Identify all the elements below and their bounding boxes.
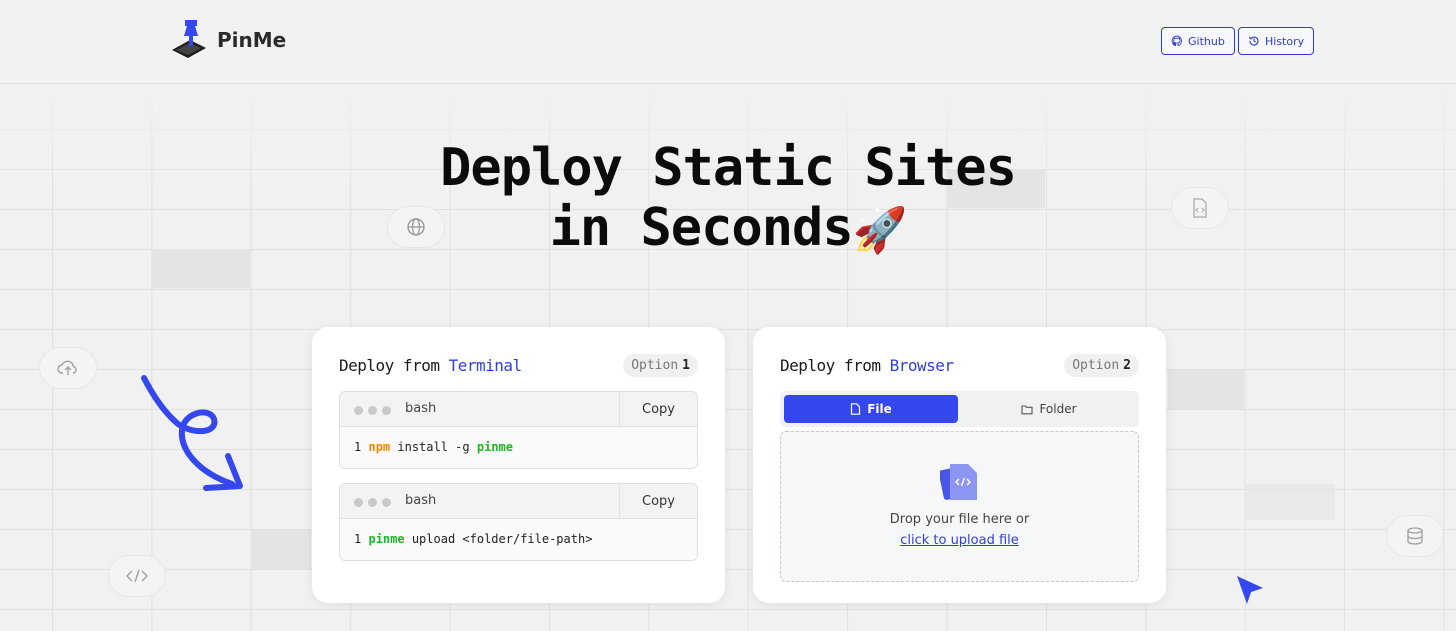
github-button[interactable]: Github: [1161, 27, 1235, 55]
upload-file-link-text[interactable]: click to upload file: [900, 533, 1019, 548]
github-label: Github: [1188, 34, 1225, 48]
cursor-pointer-icon: [1237, 576, 1263, 604]
top-header: PinMe Github History: [0, 0, 1456, 84]
option-badge: Option 1: [623, 354, 698, 377]
hero-line-2: in Seconds🚀: [0, 198, 1456, 261]
upload-file-link[interactable]: click to upload file: [781, 533, 1138, 548]
github-icon: [1171, 35, 1182, 47]
pin-logo-icon: [172, 20, 206, 58]
browser-title-accent: Browser: [889, 356, 954, 375]
code-line: 1 pinme upload <folder/file-path>: [354, 532, 592, 546]
line-number: 1: [354, 440, 362, 454]
copy-button[interactable]: Copy: [619, 484, 697, 519]
terminal-title-accent: Terminal: [448, 356, 523, 375]
code-block-header: bash Copy: [340, 484, 697, 519]
option-number: 2: [1123, 358, 1131, 373]
grid-highlight-cell: [1245, 484, 1335, 520]
code-block: bash Copy 1 npm install -g pinme: [339, 391, 698, 469]
folder-icon: [1021, 404, 1034, 414]
hero-line-1: Deploy Static Sites: [440, 138, 1017, 198]
code-language: bash: [405, 493, 437, 508]
hero-line-2-text: in Seconds: [549, 198, 854, 258]
terminal-deploy-card: Deploy from Terminal Option 1 bash Copy 1…: [312, 327, 725, 603]
terminal-card-title: Deploy from Terminal: [339, 356, 522, 375]
code-block: bash Copy 1 pinme upload <folder/file-pa…: [339, 483, 698, 561]
code-brackets-icon: [108, 555, 166, 597]
code-args: upload <folder/file-path>: [404, 532, 593, 546]
file-icon: [851, 403, 861, 415]
option-label: Option: [631, 358, 679, 373]
tab-folder[interactable]: Folder: [964, 395, 1134, 423]
drop-instructions: Drop your file here or: [889, 512, 1030, 527]
upload-mode-tabs: File Folder: [780, 391, 1139, 427]
code-command: npm: [368, 440, 391, 454]
history-button[interactable]: History: [1238, 27, 1315, 55]
cloud-upload-icon: [39, 347, 97, 389]
window-dots-icon: [354, 498, 391, 507]
grid-highlight-cell: [1168, 370, 1244, 409]
history-icon: [1248, 36, 1259, 46]
option-label: Option: [1072, 358, 1120, 373]
code-package: pinme: [476, 440, 513, 454]
browser-deploy-card: Deploy from Browser Option 2 File Folder …: [753, 327, 1166, 603]
window-dots-icon: [354, 406, 391, 415]
tab-file-label: File: [867, 402, 892, 416]
rocket-emoji: 🚀: [852, 205, 908, 256]
code-block-header: bash Copy: [340, 392, 697, 427]
grid-highlight-cell: [251, 530, 311, 569]
database-icon: [1386, 515, 1444, 557]
brand-logo[interactable]: PinMe: [170, 20, 286, 60]
option-badge: Option 2: [1064, 354, 1139, 377]
arrow-doodle-icon: [141, 375, 243, 491]
file-drop-zone[interactable]: Drop your file here or click to upload f…: [780, 431, 1139, 582]
code-line: 1 npm install -g pinme: [354, 440, 513, 454]
brand-name: PinMe: [217, 28, 287, 52]
terminal-title-prefix: Deploy from: [339, 356, 449, 375]
browser-card-title: Deploy from Browser: [780, 356, 954, 375]
tab-folder-label: Folder: [1039, 402, 1077, 416]
hero-headline: Deploy Static Sites in Seconds🚀: [0, 138, 1456, 261]
option-number: 1: [682, 358, 690, 373]
code-file-upload-icon: [940, 464, 977, 500]
browser-title-prefix: Deploy from: [780, 356, 890, 375]
code-language: bash: [405, 401, 437, 416]
history-label: History: [1265, 34, 1305, 48]
tab-file[interactable]: File: [784, 395, 958, 423]
copy-button[interactable]: Copy: [619, 392, 697, 427]
code-command: pinme: [368, 532, 405, 546]
line-number: 1: [354, 532, 362, 546]
code-args: install -g: [390, 440, 477, 454]
